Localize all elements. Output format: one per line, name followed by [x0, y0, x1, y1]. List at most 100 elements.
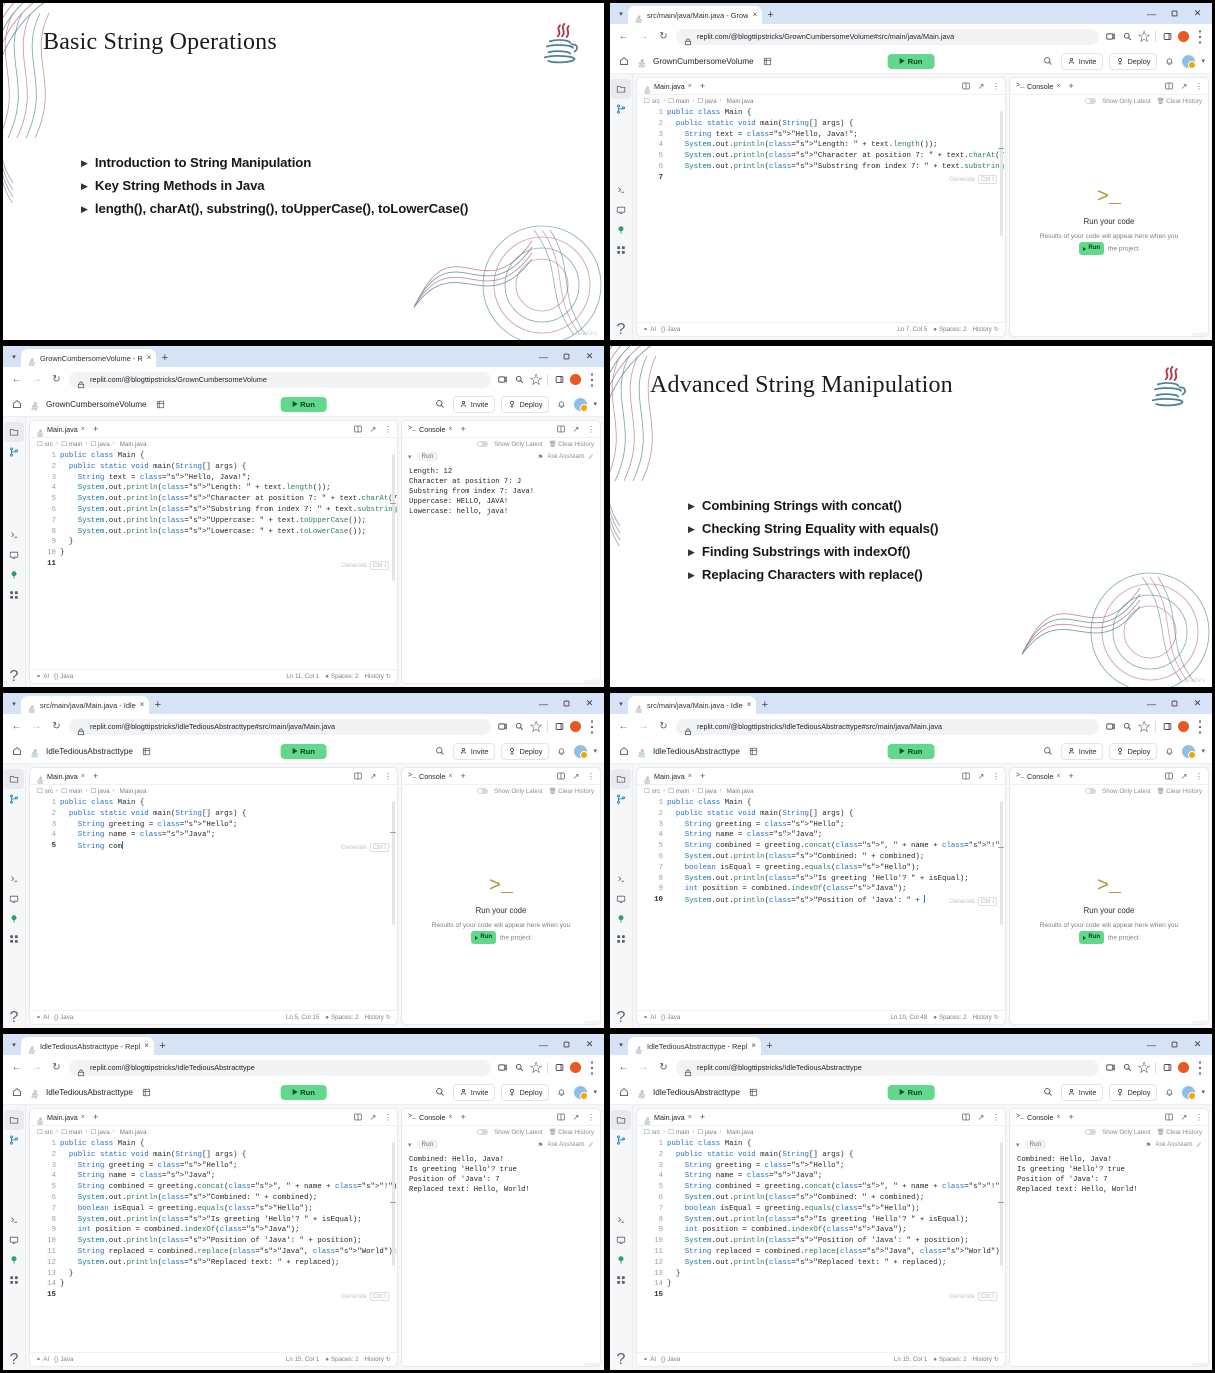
rail-shell-icon[interactable]: [611, 180, 631, 200]
side-panel-icon[interactable]: [553, 374, 565, 386]
bell-icon[interactable]: [555, 1086, 568, 1099]
status-history[interactable]: History ↻: [973, 1014, 999, 1021]
code-editor[interactable]: 1 2 3 4 5 6 7 8 9 10 11 12 13 14 15 public class Main …: [30, 1138, 397, 1352]
tab-list-caret-icon[interactable]: ▾: [7, 346, 21, 367]
window-close-button[interactable]: ✕: [1186, 693, 1209, 714]
breadcrumb-segment[interactable]: ☐ src: [37, 1129, 53, 1136]
expand-icon[interactable]: ↗: [976, 1112, 986, 1122]
code-content[interactable]: public class Main { public static void m…: [667, 107, 1005, 322]
invite-button[interactable]: Invite: [452, 1083, 496, 1101]
status-language[interactable]: {} Java: [54, 1356, 73, 1363]
rail-files-icon[interactable]: [4, 1110, 24, 1130]
back-button[interactable]: ←: [616, 29, 631, 44]
tab-close-icon[interactable]: ×: [747, 701, 752, 709]
more-vertical-icon[interactable]: ⋮: [383, 424, 393, 434]
install-app-icon[interactable]: [496, 374, 508, 386]
rail-apps-grid-icon[interactable]: [4, 1270, 24, 1290]
editor-new-tab-button[interactable]: +: [698, 1112, 707, 1122]
code-line[interactable]: public class Main {: [60, 1139, 397, 1150]
user-avatar[interactable]: [574, 397, 589, 412]
code-line[interactable]: String text = class="s">"Hello, Java!";: [667, 130, 1005, 141]
account-chevron-icon[interactable]: ▾: [593, 400, 597, 408]
status-history[interactable]: History ↻: [973, 326, 999, 333]
site-info-lock-icon[interactable]: [684, 723, 692, 735]
code-line[interactable]: public static void main(String[] args) {: [667, 809, 1005, 820]
account-chevron-icon[interactable]: ▾: [593, 747, 597, 755]
breadcrumb-segment[interactable]: ☐ java: [90, 1129, 109, 1136]
window-maximize-button[interactable]: [555, 693, 578, 714]
more-vertical-icon[interactable]: ⋮: [383, 771, 393, 781]
console-more-vertical-icon[interactable]: ⋮: [586, 424, 596, 434]
breadcrumb-segment[interactable]: Main.java: [118, 1129, 147, 1136]
editor-tab-close-icon[interactable]: ×: [81, 773, 85, 780]
browser-profile-avatar[interactable]: [570, 1062, 581, 1073]
console-split-pane-icon[interactable]: [556, 771, 566, 781]
rail-apps-grid-icon[interactable]: [611, 1270, 631, 1290]
rail-database-icon[interactable]: [611, 909, 631, 929]
show-only-latest-toggle[interactable]: [477, 1129, 489, 1135]
zoom-icon[interactable]: [1121, 721, 1133, 733]
code-line[interactable]: public class Main {: [667, 1139, 1005, 1150]
show-only-latest-toggle[interactable]: [1085, 788, 1097, 794]
editor-new-tab-button[interactable]: +: [91, 771, 100, 781]
console-split-pane-icon[interactable]: [1164, 1112, 1174, 1122]
editor-tab-mainjava[interactable]: Main.java ×: [34, 1113, 87, 1125]
breadcrumb-segment[interactable]: ☐ main: [61, 788, 82, 795]
editor-tab-mainjava[interactable]: Main.java ×: [641, 82, 694, 94]
editor-scrollbar[interactable]: [1000, 111, 1003, 236]
console-new-tab-button[interactable]: +: [458, 771, 467, 781]
status-ai[interactable]: ⚭ AI: [643, 326, 656, 333]
bookmark-star-icon[interactable]: ☆: [529, 719, 543, 736]
back-button[interactable]: ←: [616, 719, 631, 734]
code-line[interactable]: System.out.println(class="s">"Replaced t…: [667, 1258, 1005, 1269]
window-maximize-button[interactable]: [1163, 693, 1186, 714]
tab-close-icon[interactable]: ×: [144, 1042, 149, 1050]
install-app-icon[interactable]: [1104, 1062, 1116, 1074]
code-line[interactable]: String combined = greeting.concat(class=…: [60, 1182, 397, 1193]
tab-list-caret-icon[interactable]: ▾: [7, 1034, 21, 1055]
code-line[interactable]: System.out.println(class="s">"Uppercase:…: [60, 516, 397, 527]
save-icon[interactable]: [761, 55, 774, 68]
chevron-down-icon[interactable]: ▾: [1016, 1141, 1020, 1149]
breadcrumb-segment[interactable]: ☐ src: [644, 98, 660, 105]
editor-new-tab-button[interactable]: +: [91, 1112, 100, 1122]
split-pane-icon[interactable]: [353, 424, 363, 434]
more-vertical-icon[interactable]: ⋮: [991, 1112, 1001, 1122]
project-name[interactable]: IdleTediousAbstracttype: [46, 1088, 133, 1097]
expand-icon[interactable]: ↗: [368, 424, 378, 434]
window-minimize-button[interactable]: —: [532, 693, 555, 714]
console-more-vertical-icon[interactable]: ⋮: [586, 771, 596, 781]
address-bar[interactable]: replit.com/@blogttipstricks/GrownCumbers…: [676, 28, 1099, 45]
code-line[interactable]: System.out.println(class="s">"Combined: …: [667, 1193, 1005, 1204]
console-split-pane-icon[interactable]: [556, 424, 566, 434]
status-ai[interactable]: ⚭ AI: [36, 673, 49, 680]
breadcrumb-segment[interactable]: ☐ java: [90, 788, 109, 795]
search-icon[interactable]: [434, 745, 447, 758]
reload-button[interactable]: ↻: [49, 1060, 64, 1075]
code-line[interactable]: System.out.println(class="s">"Length: " …: [667, 140, 1005, 151]
bell-icon[interactable]: [1163, 745, 1176, 758]
generate-hint[interactable]: Generate Ctrl I: [341, 1292, 389, 1301]
browser-profile-avatar[interactable]: [1178, 31, 1189, 42]
new-tab-button[interactable]: +: [756, 696, 773, 714]
breadcrumb-segment[interactable]: ☐ java: [697, 788, 716, 795]
home-icon[interactable]: [617, 745, 630, 758]
editor-tab-close-icon[interactable]: ×: [81, 426, 85, 433]
status-ai[interactable]: ⚭ AI: [643, 1356, 656, 1363]
project-name[interactable]: GrownCumbersomeVolume: [46, 400, 147, 409]
breadcrumb-segment[interactable]: ☐ src: [37, 441, 53, 448]
home-icon[interactable]: [10, 398, 23, 411]
rail-shell-icon[interactable]: [4, 1210, 24, 1230]
rail-git-branch-icon[interactable]: [4, 789, 24, 809]
code-line[interactable]: public class Main {: [60, 798, 397, 809]
console-tab[interactable]: >_ Console ×: [1014, 772, 1062, 781]
expand-icon[interactable]: ↗: [368, 771, 378, 781]
breadcrumb-segment[interactable]: Main.java: [118, 441, 147, 448]
deploy-button[interactable]: Deploy: [501, 395, 550, 413]
console-expand-icon[interactable]: ↗: [1179, 1112, 1189, 1122]
tab-list-caret-icon[interactable]: ▾: [614, 3, 628, 24]
editor-tab-mainjava[interactable]: Main.java ×: [641, 772, 694, 784]
forward-button[interactable]: →: [636, 1060, 651, 1075]
ask-assistant-label[interactable]: Ask Assistant: [1155, 1141, 1192, 1148]
browser-tab[interactable]: IdleTediousAbstracttype - Repl ×: [21, 1037, 154, 1055]
